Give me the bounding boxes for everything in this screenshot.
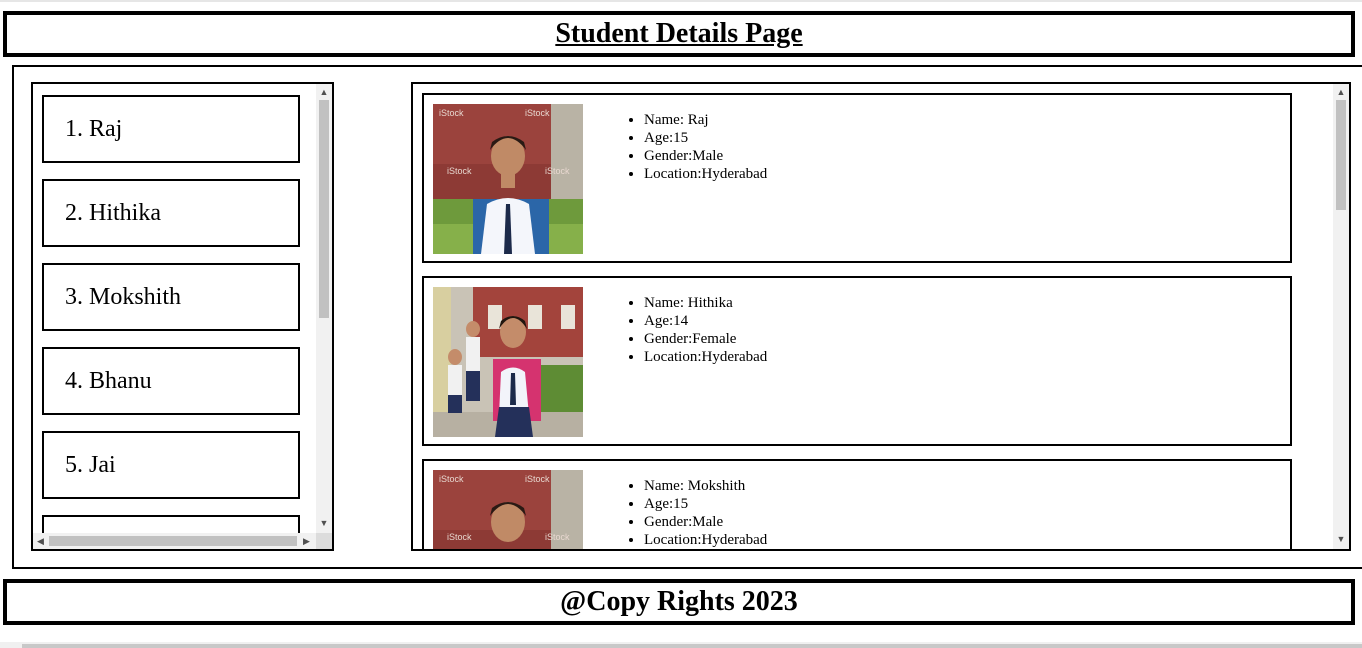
scrollbar-thumb[interactable] xyxy=(49,536,297,546)
student-list-vertical-scrollbar[interactable]: ▲ ▼ xyxy=(316,84,332,533)
student-gender: Gender:Male xyxy=(644,147,767,165)
student-gender: Gender:Female xyxy=(644,330,767,348)
scrollbar-corner xyxy=(316,533,332,549)
student-info-list: Name: Mokshith Age:15 Gender:Male Locati… xyxy=(626,477,767,549)
scroll-right-arrow-icon[interactable]: ▶ xyxy=(303,536,310,546)
student-age: Age:15 xyxy=(644,495,767,513)
svg-text:iStock: iStock xyxy=(545,532,570,542)
svg-text:iStock: iStock xyxy=(447,532,472,542)
student-age: Age:15 xyxy=(644,129,767,147)
student-list-item-bhanu[interactable]: 4. Bhanu xyxy=(42,347,300,415)
student-name: Name: Mokshith xyxy=(644,477,767,495)
student-list-label: 5. Jai xyxy=(65,451,116,478)
copyright-text: @Copy Rights 2023 xyxy=(560,586,798,617)
scroll-down-arrow-icon[interactable]: ▼ xyxy=(316,518,332,528)
student-location: Location:Hyderabad xyxy=(644,165,767,183)
student-gender: Gender:Male xyxy=(644,513,767,531)
browser-top-edge xyxy=(0,0,1362,2)
page-horizontal-scrollbar[interactable] xyxy=(0,642,1362,648)
student-list-label: 1. Raj xyxy=(65,115,123,142)
student-list-horizontal-scrollbar[interactable]: ◀ ▶ xyxy=(33,533,316,549)
student-card-mokshith: iStock iStock iStock iStock Name: Mokshi… xyxy=(422,459,1292,549)
student-details-panel[interactable]: iStock iStock iStock iStock Name: Raj Ag… xyxy=(411,82,1351,551)
student-list-item-hithika[interactable]: 2. Hithika xyxy=(42,179,300,247)
student-age: Age:14 xyxy=(644,312,767,330)
photo-watermark: iStock xyxy=(439,474,464,484)
student-info-list: Name: Raj Age:15 Gender:Male Location:Hy… xyxy=(626,111,767,183)
page-header: Student Details Page xyxy=(3,11,1355,57)
student-list-label: 2. Hithika xyxy=(65,199,161,226)
student-list-label: 4. Bhanu xyxy=(65,367,152,394)
student-photo: iStock iStock iStock iStock xyxy=(433,470,583,549)
main-container: 1. Raj 2. Hithika 3. Mokshith 4. Bhanu 5… xyxy=(12,65,1362,569)
photo-watermark: iStock xyxy=(439,108,464,118)
student-photo: iStock iStock iStock iStock xyxy=(433,104,583,254)
student-list-item-partial[interactable] xyxy=(42,515,300,533)
page-footer: @Copy Rights 2023 xyxy=(3,579,1355,625)
scroll-down-arrow-icon[interactable]: ▼ xyxy=(1333,534,1349,544)
scroll-up-arrow-icon[interactable]: ▲ xyxy=(316,87,332,97)
scroll-left-arrow-icon[interactable]: ◀ xyxy=(37,536,44,546)
student-name: Name: Raj xyxy=(644,111,767,129)
student-list-label: 3. Mokshith xyxy=(65,283,182,310)
student-name: Name: Hithika xyxy=(644,294,767,312)
scroll-up-arrow-icon[interactable]: ▲ xyxy=(1333,87,1349,97)
student-list-item-jai[interactable]: 5. Jai xyxy=(42,431,300,499)
scrollbar-thumb[interactable] xyxy=(319,100,329,318)
student-location: Location:Hyderabad xyxy=(644,531,767,549)
page-title: Student Details Page xyxy=(555,18,803,49)
svg-text:iStock: iStock xyxy=(545,166,570,176)
student-list-item-raj[interactable]: 1. Raj xyxy=(42,95,300,163)
scrollbar-thumb[interactable] xyxy=(22,644,1362,648)
student-details-vertical-scrollbar[interactable]: ▲ ▼ xyxy=(1333,84,1349,549)
student-card-hithika: Name: Hithika Age:14 Gender:Female Locat… xyxy=(422,276,1292,446)
student-list: 1. Raj 2. Hithika 3. Mokshith 4. Bhanu 5… xyxy=(33,84,316,533)
student-list-item-mokshith[interactable]: 3. Mokshith xyxy=(42,263,300,331)
student-photo xyxy=(433,287,583,437)
student-location: Location:Hyderabad xyxy=(644,348,767,366)
svg-text:iStock: iStock xyxy=(447,166,472,176)
scrollbar-thumb[interactable] xyxy=(1336,100,1346,210)
svg-text:iStock: iStock xyxy=(525,108,550,118)
student-card-raj: iStock iStock iStock iStock Name: Raj Ag… xyxy=(422,93,1292,263)
student-list-panel[interactable]: 1. Raj 2. Hithika 3. Mokshith 4. Bhanu 5… xyxy=(31,82,334,551)
student-info-list: Name: Hithika Age:14 Gender:Female Locat… xyxy=(626,294,767,366)
svg-text:iStock: iStock xyxy=(525,474,550,484)
